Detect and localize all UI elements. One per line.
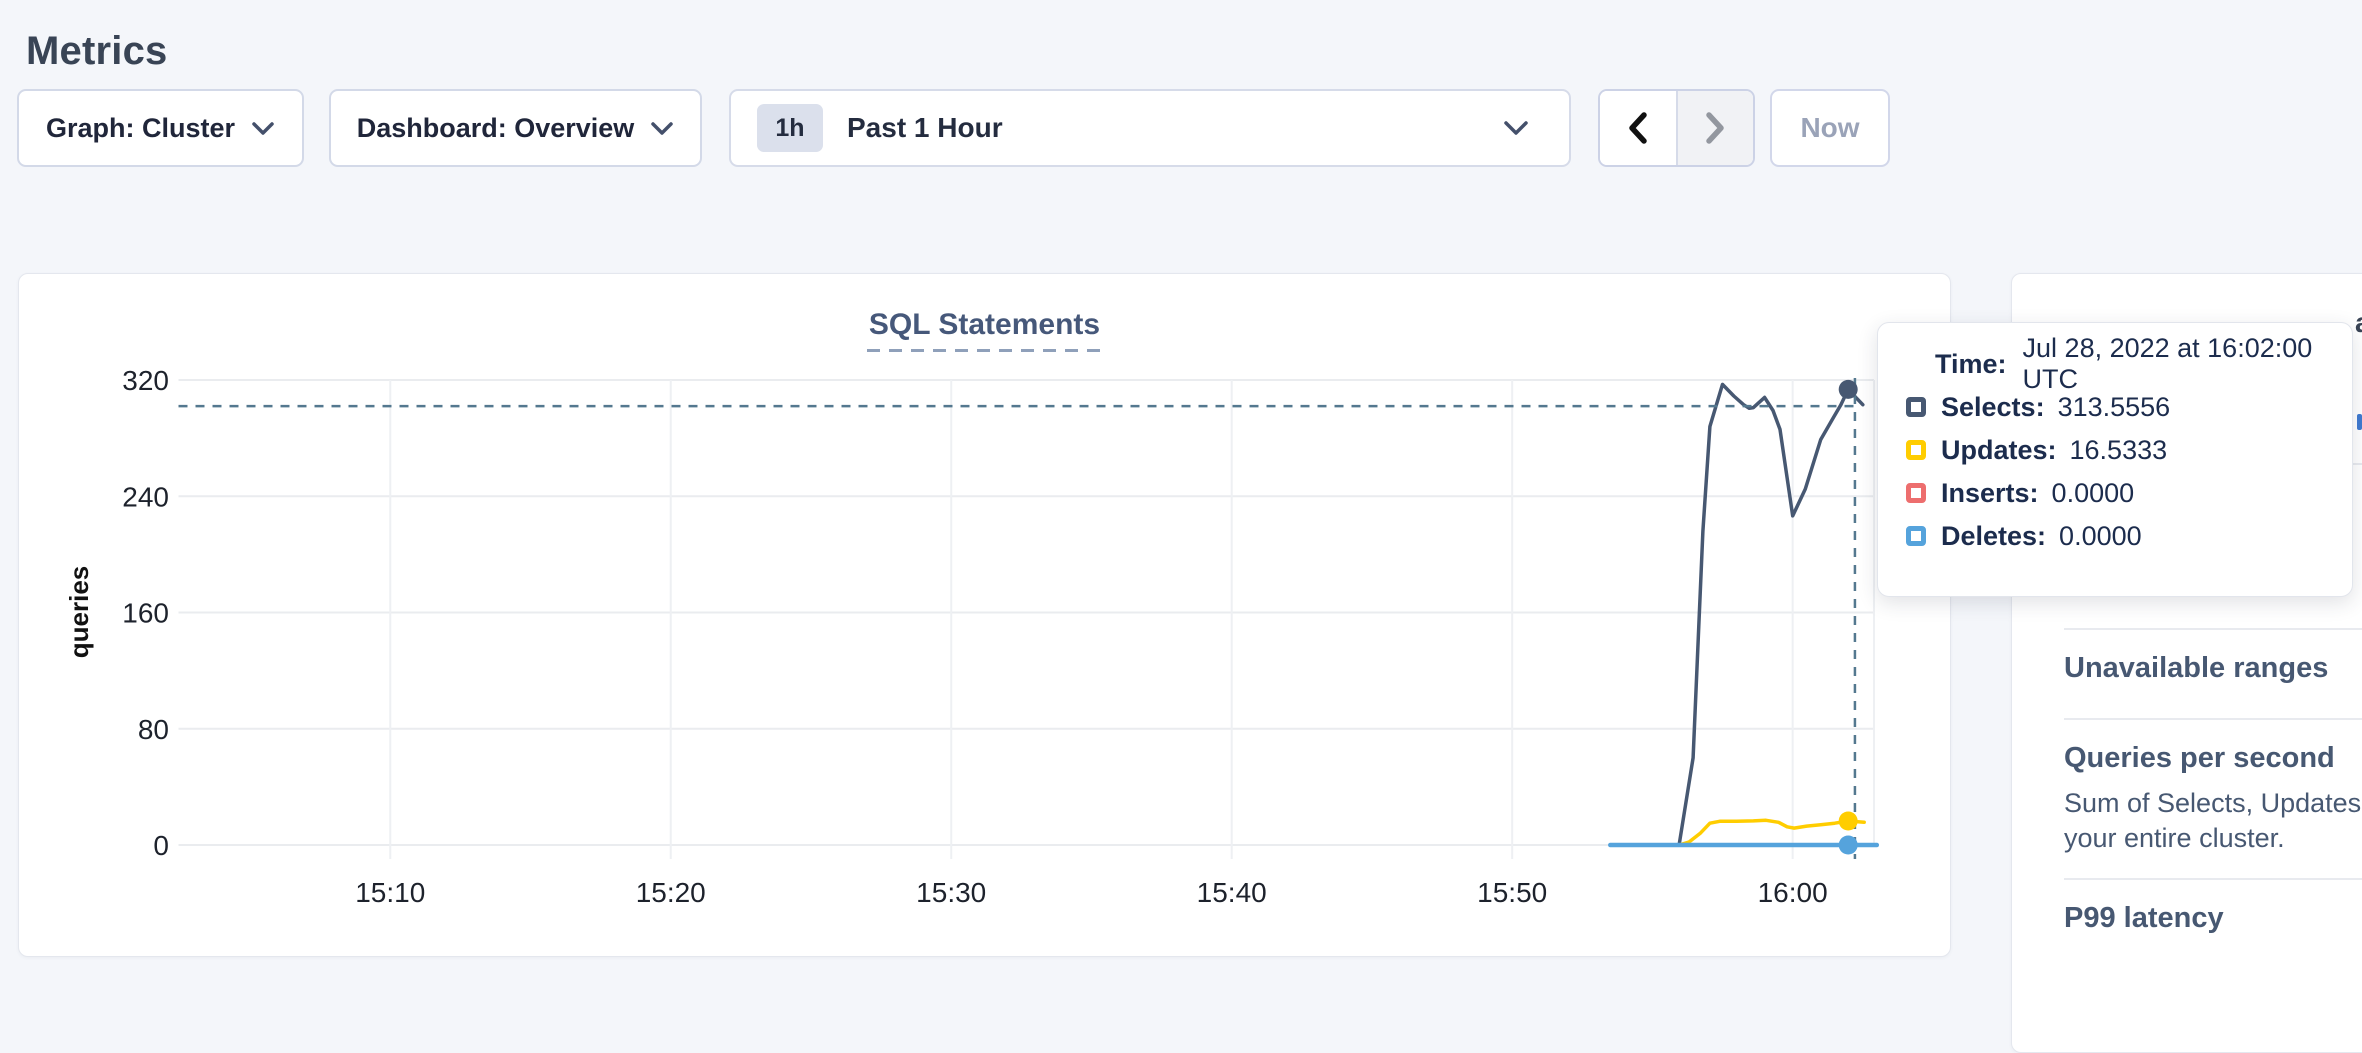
- time-step-button-group: [1598, 89, 1755, 167]
- tooltip-row-deletes: Deletes: 0.0000: [1906, 521, 2324, 551]
- now-button[interactable]: Now: [1770, 89, 1890, 167]
- tooltip-row-value: 313.5556: [2058, 392, 2171, 423]
- sql-statements-chart[interactable]: 0 80 160 240 320 15:10 15:20 15:30 15:40 15:50 16:…: [19, 274, 1952, 958]
- time-range-label: Past 1 Hour: [847, 112, 1503, 144]
- tooltip-row-label: Inserts:: [1941, 478, 2039, 509]
- sidebar-item-queries-per-second: Queries per second: [2064, 742, 2335, 775]
- qps-description-line1: Sum of Selects, Updates, Inser: [2064, 788, 2362, 819]
- dashboard-dropdown-label: Dashboard: Overview: [357, 113, 635, 144]
- tooltip-row-label: Selects:: [1941, 392, 2045, 423]
- chevron-down-icon: [251, 121, 275, 136]
- tooltip-row-updates: Updates: 16.5333: [1906, 435, 2324, 465]
- svg-text:queries: queries: [64, 566, 94, 659]
- clipped-link-fragment: [2357, 414, 2362, 430]
- tooltip-row-value: 0.0000: [2052, 478, 2135, 509]
- tooltip-time-row: Time: Jul 28, 2022 at 16:02:00 UTC: [1935, 349, 2324, 379]
- next-time-button[interactable]: [1678, 91, 1754, 165]
- dashboard-dropdown[interactable]: Dashboard: Overview: [329, 89, 702, 167]
- svg-text:15:40: 15:40: [1197, 877, 1267, 908]
- page-title: Metrics: [26, 29, 167, 74]
- svg-text:240: 240: [122, 481, 169, 512]
- svg-text:80: 80: [138, 714, 169, 745]
- svg-text:160: 160: [122, 598, 169, 629]
- svg-text:15:20: 15:20: [636, 877, 706, 908]
- chevron-down-icon: [650, 121, 674, 136]
- qps-description-line2: your entire cluster.: [2064, 823, 2285, 854]
- divider: [2064, 718, 2362, 720]
- svg-text:15:10: 15:10: [355, 877, 425, 908]
- tooltip-row-value: 16.5333: [2070, 435, 2168, 466]
- chart-tooltip: Time: Jul 28, 2022 at 16:02:00 UTC Selec…: [1877, 322, 2353, 597]
- svg-text:320: 320: [122, 365, 169, 396]
- clipped-heading-fragment: a: [2355, 307, 2362, 339]
- chevron-left-icon: [1625, 110, 1651, 146]
- chevron-down-icon: [1503, 120, 1529, 136]
- graph-dropdown-label: Graph: Cluster: [46, 113, 235, 144]
- deletes-swatch-icon: [1906, 526, 1926, 546]
- inserts-swatch-icon: [1906, 483, 1926, 503]
- divider: [2064, 878, 2362, 880]
- tooltip-row-selects: Selects: 313.5556: [1906, 392, 2324, 422]
- tooltip-time-value: Jul 28, 2022 at 16:02:00 UTC: [2023, 333, 2324, 395]
- chevron-right-icon: [1702, 110, 1728, 146]
- sql-statements-chart-card: SQL Statements 08016024032015:1015:2015:…: [18, 273, 1951, 957]
- graph-dropdown[interactable]: Graph: Cluster: [17, 89, 304, 167]
- tooltip-row-value: 0.0000: [2059, 521, 2142, 552]
- divider: [2064, 628, 2362, 630]
- tooltip-row-inserts: Inserts: 0.0000: [1906, 478, 2324, 508]
- selects-swatch-icon: [1906, 397, 1926, 417]
- svg-text:15:50: 15:50: [1477, 877, 1547, 908]
- tooltip-time-label: Time:: [1935, 349, 2007, 380]
- sidebar-item-unavailable-ranges: Unavailable ranges: [2064, 652, 2328, 685]
- updates-swatch-icon: [1906, 440, 1926, 460]
- time-range-badge: 1h: [757, 104, 823, 152]
- prev-time-button[interactable]: [1600, 91, 1678, 165]
- svg-text:15:30: 15:30: [916, 877, 986, 908]
- sidebar-item-p99-latency: P99 latency: [2064, 902, 2224, 935]
- tooltip-row-label: Updates:: [1941, 435, 2057, 466]
- tooltip-row-label: Deletes:: [1941, 521, 2046, 552]
- svg-text:16:00: 16:00: [1758, 877, 1828, 908]
- time-range-selector[interactable]: 1h Past 1 Hour: [729, 89, 1571, 167]
- svg-text:0: 0: [153, 830, 169, 861]
